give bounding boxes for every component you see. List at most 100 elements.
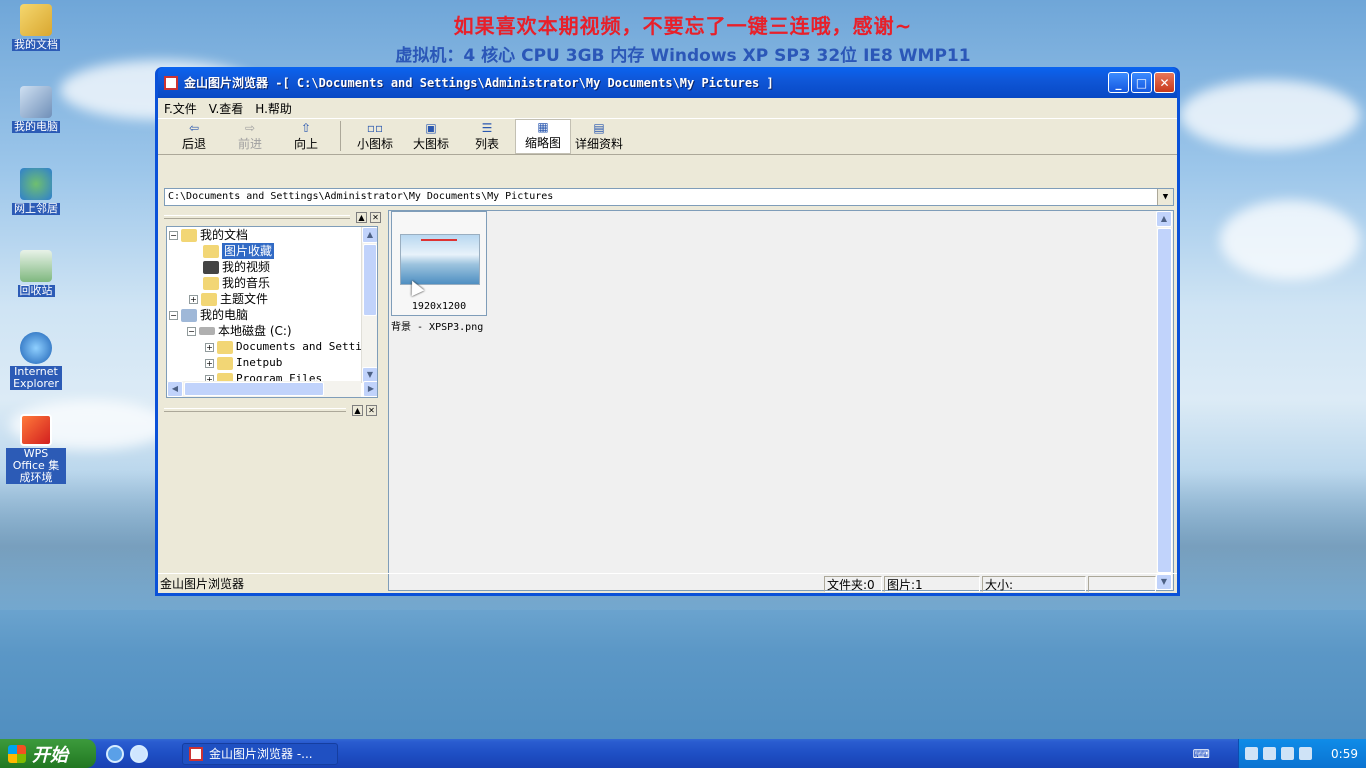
pane-collapse-icon[interactable]: ▲ bbox=[352, 405, 363, 416]
tree-item-my-videos[interactable]: 我的视频 bbox=[203, 259, 270, 275]
address-bar[interactable]: C:\Documents and Settings\Administrator\… bbox=[164, 188, 1174, 206]
clock[interactable]: 0:59 bbox=[1331, 747, 1358, 761]
tree-item-documents-and-settings[interactable]: + Documents and Setti bbox=[205, 339, 362, 355]
folder-icon bbox=[181, 228, 197, 242]
tree-item-local-disk[interactable]: − 本地磁盘 (C:) bbox=[187, 323, 292, 339]
network-tray-icon[interactable] bbox=[1245, 747, 1258, 760]
menu-bar: F.文件 V.查看 H.帮助 bbox=[158, 98, 1177, 118]
computer-icon bbox=[181, 308, 197, 322]
pane-collapse-icon[interactable]: ▲ bbox=[356, 212, 367, 223]
volume-tray-icon[interactable] bbox=[1281, 747, 1294, 760]
thumbnails-button[interactable]: ▦ 缩略图 bbox=[515, 119, 571, 154]
toolbar-separator bbox=[340, 121, 341, 151]
thumbnail-filename[interactable]: 背景 - XPSP3.png bbox=[391, 318, 483, 333]
start-button[interactable]: 开始 bbox=[0, 739, 96, 768]
desktop-icon-label: 我的文档 bbox=[12, 38, 60, 51]
taskbar: 开始 金山图片浏览器 -... ⌨ 0:59 bbox=[0, 739, 1366, 768]
scroll-up-icon[interactable]: ▲ bbox=[362, 227, 377, 243]
tree-item-themes[interactable]: + 主题文件 bbox=[189, 291, 268, 307]
my-documents-icon bbox=[20, 4, 52, 36]
forward-label: 前进 bbox=[237, 137, 262, 151]
up-button[interactable]: ⇧ 向上 bbox=[278, 119, 334, 154]
folder-pane: ▲ ✕ − 我的文档 图片收藏 我的视频 我的音乐 + 主题文件 − 我的电脑 − 本地… bbox=[162, 210, 384, 590]
browser-quicklaunch-icon[interactable] bbox=[130, 744, 148, 763]
windows-flag-icon bbox=[8, 744, 26, 763]
pane-close-icon[interactable]: ✕ bbox=[366, 405, 377, 416]
tree-item-label: Inetpub bbox=[236, 356, 283, 369]
back-button[interactable]: ⇦ 后退 bbox=[166, 119, 222, 154]
image-browser-window: 金山图片浏览器 -[ C:\Documents and Settings\Adm… bbox=[155, 67, 1180, 596]
minimize-button[interactable]: _ bbox=[1108, 72, 1129, 93]
tree-horizontal-scrollbar[interactable]: ◀ ▶ bbox=[167, 381, 377, 397]
list-button[interactable]: ☰ 列表 bbox=[459, 119, 515, 154]
scroll-thumb[interactable] bbox=[184, 382, 324, 396]
taskbar-item-image-browser[interactable]: 金山图片浏览器 -... bbox=[182, 742, 338, 765]
tree-vertical-scrollbar[interactable]: ▲ ▼ bbox=[361, 227, 377, 383]
tree-item-label: 我的音乐 bbox=[222, 276, 271, 290]
desktop-icon-label: 我的电脑 bbox=[12, 120, 60, 133]
app-icon bbox=[164, 75, 178, 90]
large-icons-button[interactable]: ▣ 大图标 bbox=[403, 119, 459, 154]
menu-help[interactable]: H.帮助 bbox=[255, 100, 292, 117]
pane-grip[interactable] bbox=[164, 215, 350, 219]
tree-item-my-computer[interactable]: − 我的电脑 bbox=[169, 307, 248, 323]
content-vertical-scrollbar[interactable]: ▲ ▼ bbox=[1156, 211, 1173, 590]
collapse-icon[interactable]: − bbox=[187, 326, 196, 336]
expand-icon[interactable]: + bbox=[205, 358, 214, 368]
small-icons-button[interactable]: ▫▫ 小图标 bbox=[347, 119, 403, 154]
forward-button[interactable]: ⇨ 前进 bbox=[222, 119, 278, 154]
cloud bbox=[1180, 80, 1360, 150]
desktop-icon-network[interactable]: 网上邻居 bbox=[4, 168, 68, 215]
security-tray-icon[interactable] bbox=[1299, 747, 1312, 760]
ie-quicklaunch-icon[interactable] bbox=[106, 744, 124, 763]
vmware-tray-icon[interactable] bbox=[1263, 747, 1276, 760]
pane-close-icon[interactable]: ✕ bbox=[370, 212, 381, 223]
status-app-name: 金山图片浏览器 bbox=[160, 576, 245, 591]
maximize-button[interactable]: □ bbox=[1131, 72, 1152, 93]
system-tray: 0:59 bbox=[1238, 739, 1366, 768]
tree-pane-header: ▲ ✕ bbox=[162, 212, 384, 223]
details-button[interactable]: ▤ 详细资料 bbox=[571, 119, 627, 154]
desktop-icon-my-computer[interactable]: 我的电脑 bbox=[4, 86, 68, 133]
desktop-icon-recycle-bin[interactable]: 回收站 bbox=[4, 250, 68, 297]
tree-item-my-music[interactable]: 我的音乐 bbox=[203, 275, 270, 291]
details-label: 详细资料 bbox=[574, 137, 623, 151]
keyboard-icon[interactable]: ⌨ bbox=[1193, 747, 1210, 761]
folder-icon bbox=[201, 292, 217, 306]
collapse-icon[interactable]: − bbox=[169, 230, 178, 240]
close-button[interactable]: ✕ bbox=[1154, 72, 1175, 93]
address-dropdown-icon[interactable]: ▼ bbox=[1157, 189, 1173, 205]
menu-view[interactable]: V.查看 bbox=[209, 100, 243, 117]
large-icons-icon: ▣ bbox=[425, 121, 437, 135]
expand-icon[interactable]: + bbox=[205, 342, 214, 352]
recycle-bin-icon bbox=[20, 250, 52, 282]
tree-item-inetpub[interactable]: + Inetpub bbox=[205, 355, 282, 371]
collapse-icon[interactable]: − bbox=[169, 310, 178, 320]
scroll-up-icon[interactable]: ▲ bbox=[1156, 211, 1172, 227]
tree-item-label: 我的电脑 bbox=[200, 308, 249, 322]
desktop-icon-my-documents[interactable]: 我的文档 bbox=[4, 4, 68, 51]
thumbnail-item[interactable]: 1920x1200 bbox=[391, 211, 487, 316]
menu-file[interactable]: F.文件 bbox=[164, 100, 197, 117]
thumbnails-icon: ▦ bbox=[537, 120, 549, 134]
desktop-icon-label: Internet Explorer bbox=[10, 366, 62, 390]
address-text: C:\Documents and Settings\Administrator\… bbox=[168, 191, 554, 202]
tree-item-my-pictures[interactable]: 图片收藏 bbox=[203, 243, 275, 259]
toolbar: ⇦ 后退 ⇨ 前进 ⇧ 向上 ▫▫ 小图标 ▣ 大图标 ☰ 列表 ▦ 缩略图 ▤ 详细资料 bbox=[158, 118, 1177, 155]
scroll-left-icon[interactable]: ◀ bbox=[167, 381, 183, 397]
back-label: 后退 bbox=[181, 137, 206, 151]
pane-grip[interactable] bbox=[164, 408, 346, 412]
small-icons-icon: ▫▫ bbox=[366, 121, 384, 135]
video-banner: 如果喜欢本期视频，不要忘了一键三连哦，感谢~ 虚拟机：4 核心 CPU 3GB … bbox=[0, 10, 1366, 66]
expand-icon[interactable]: + bbox=[189, 294, 198, 304]
desktop-icon-wps[interactable]: WPS Office 集成环境 bbox=[4, 414, 68, 484]
thumbnail-banner-stripe bbox=[421, 239, 457, 241]
video-folder-icon bbox=[203, 260, 219, 274]
scroll-thumb[interactable] bbox=[363, 244, 377, 316]
desktop-icon-ie[interactable]: Internet Explorer bbox=[4, 332, 68, 390]
scroll-thumb[interactable] bbox=[1157, 228, 1172, 573]
status-folder-count: 文件夹:0 bbox=[824, 575, 882, 592]
window-titlebar[interactable]: 金山图片浏览器 -[ C:\Documents and Settings\Adm… bbox=[158, 67, 1177, 98]
tree-item-my-documents[interactable]: − 我的文档 bbox=[169, 227, 248, 243]
scroll-right-icon[interactable]: ▶ bbox=[363, 381, 377, 397]
